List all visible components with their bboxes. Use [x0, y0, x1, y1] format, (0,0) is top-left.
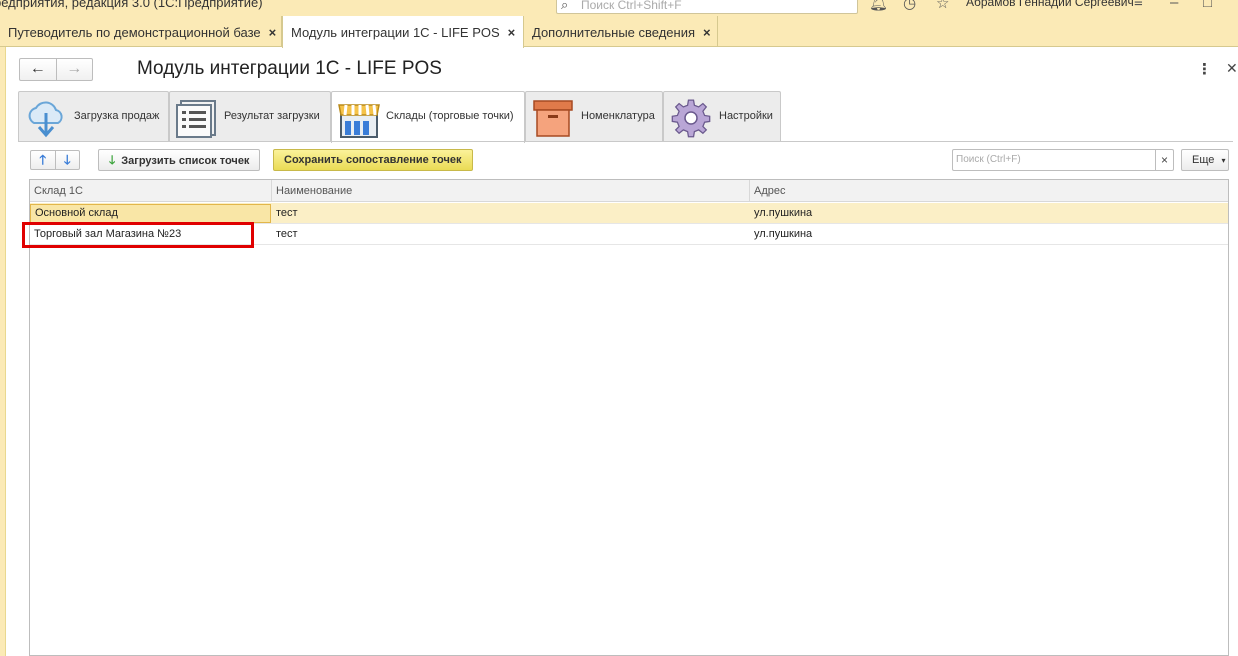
tab-label: Настройки [719, 110, 773, 122]
warehouses-table: Склад 1С Наименование Адрес Основной скл… [29, 179, 1229, 656]
chevron-down-icon: ▾ [1221, 156, 1226, 165]
tab-label: Результат загрузки [224, 110, 320, 122]
history-nav: ← → [19, 58, 93, 81]
cell-address[interactable]: ул.пушкина [750, 203, 1228, 223]
column-header-address[interactable]: Адрес [750, 180, 1228, 202]
tab-guide[interactable]: Путеводитель по демонстрационной базе × [0, 16, 282, 47]
store-icon [338, 104, 380, 138]
menu-icon[interactable]: ≡ [1134, 0, 1143, 11]
back-button[interactable]: ← [20, 59, 56, 80]
tab-label: Загрузка продаж [74, 110, 160, 122]
tab-label: Путеводитель по демонстрационной базе [8, 25, 261, 40]
tab-integration-module[interactable]: Модуль интеграции 1С - LIFE POS × [282, 16, 524, 48]
arrow-up-icon[interactable]: 🡑 [31, 151, 55, 169]
more-label: Еще [1192, 154, 1215, 166]
close-icon[interactable]: × [269, 25, 277, 40]
close-icon[interactable]: ✕ [1226, 60, 1238, 77]
tab-sales-upload[interactable]: Загрузка продаж [18, 91, 169, 142]
column-header-name[interactable]: Наименование [272, 180, 750, 202]
window-tabs: Путеводитель по демонстрационной базе × М… [0, 16, 1238, 48]
arrow-down-icon[interactable]: 🡓 [54, 151, 80, 169]
tabs-divider [18, 141, 1233, 142]
maximize-icon[interactable]: □ [1203, 0, 1212, 11]
tab-additional-info[interactable]: Дополнительные сведения × [524, 16, 718, 47]
cell-warehouse[interactable]: Основной склад [30, 204, 271, 223]
button-label: Загрузить список точек [121, 155, 250, 167]
tab-label: Номенклатура [581, 110, 655, 122]
star-icon[interactable]: ☆ [936, 0, 949, 12]
highlight-annotation-box [22, 222, 254, 248]
download-arrow-icon: 🡓 [109, 153, 116, 167]
clear-search-button[interactable]: × [1155, 150, 1173, 170]
button-label: Сохранить сопоставление точек [284, 154, 462, 166]
global-search-placeholder: Поиск Ctrl+Shift+F [581, 0, 682, 12]
tab-label: Дополнительные сведения [532, 25, 696, 40]
tab-label: Склады (торговые точки) [386, 110, 514, 122]
user-name[interactable]: Абрамов Геннадий Сергеевич [966, 0, 1134, 9]
gear-icon [671, 99, 711, 138]
table-header: Склад 1С Наименование Адрес [30, 180, 1228, 202]
cell-name[interactable]: тест [272, 224, 750, 244]
list-report-icon [176, 100, 216, 138]
search-icon: ⌕ [561, 0, 569, 12]
minimize-icon[interactable]: – [1170, 0, 1178, 11]
close-icon[interactable]: × [703, 25, 711, 40]
table-search-input[interactable]: Поиск (Ctrl+F) × [952, 149, 1174, 171]
move-buttons: 🡑 🡓 [30, 150, 80, 170]
bell-icon[interactable]: 🔔︎ [869, 0, 888, 12]
page-title: Модуль интеграции 1С - LIFE POS [137, 58, 442, 79]
global-search-input[interactable]: ⌕ Поиск Ctrl+Shift+F [556, 0, 858, 14]
tab-label: Модуль интеграции 1С - LIFE POS [291, 25, 500, 40]
app-window: редприятия, редакция 3.0 (1С:Предприятие… [0, 0, 1238, 656]
history-icon[interactable]: ◷ [903, 0, 916, 12]
tab-settings[interactable]: Настройки [663, 91, 781, 142]
more-button[interactable]: Еще ▾ [1181, 149, 1229, 171]
close-icon[interactable]: × [508, 25, 516, 40]
cloud-download-icon [28, 101, 63, 138]
more-actions-icon[interactable]: ⋮ [1197, 60, 1212, 78]
forward-button[interactable]: → [55, 59, 93, 80]
left-accent-bar [0, 47, 6, 656]
tab-upload-result[interactable]: Результат загрузки [169, 91, 331, 142]
title-bar: редприятия, редакция 3.0 (1С:Предприятие… [0, 0, 1238, 16]
load-points-button[interactable]: 🡓 Загрузить список точек [98, 149, 261, 171]
tab-warehouses[interactable]: Склады (торговые точки) [331, 91, 525, 143]
table-row[interactable]: Основной склад тест ул.пушкина [30, 203, 1228, 224]
tab-nomenclature[interactable]: Номенклатура [525, 91, 663, 142]
search-placeholder: Поиск (Ctrl+F) [956, 154, 1021, 165]
box-icon [533, 100, 573, 137]
app-title: редприятия, редакция 3.0 (1С:Предприятие… [0, 0, 263, 10]
save-mapping-button[interactable]: Сохранить сопоставление точек [273, 149, 473, 171]
column-header-warehouse[interactable]: Склад 1С [30, 180, 272, 202]
cell-address[interactable]: ул.пушкина [750, 224, 1228, 244]
cell-name[interactable]: тест [272, 203, 750, 223]
